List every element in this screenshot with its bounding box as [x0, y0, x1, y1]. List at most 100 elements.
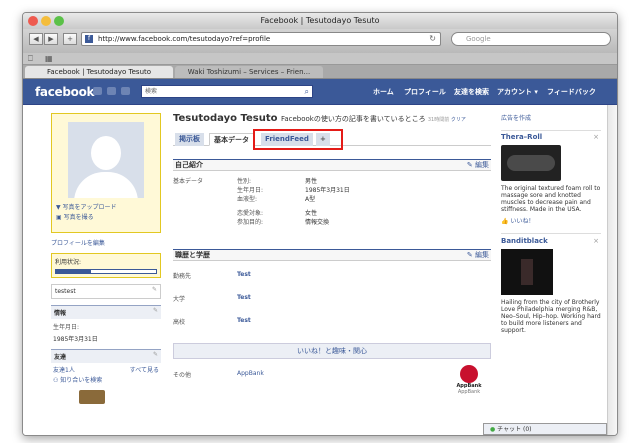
chat-label: チャット (0) [497, 426, 532, 433]
clear-status-link[interactable]: クリア [451, 117, 466, 123]
info-section: 情報 ✎ 生年月日: 1985年3月31日 [51, 305, 161, 343]
tab-facebook[interactable]: Facebook | Tesutodayo Tesuto [25, 66, 173, 78]
back-button[interactable]: ◀ [29, 33, 43, 45]
facebook-search-placeholder: 検索 [145, 88, 158, 95]
appbank-link[interactable]: AppBank [237, 370, 264, 377]
education-header: 職歴と学歴 [175, 251, 210, 259]
profile-status: Facebookの使い方の記事を書いているところ 31時間前 クリア [281, 115, 466, 123]
ad-title[interactable]: Thera–Roll [501, 133, 542, 141]
likes-header[interactable]: いいね！と趣味・関心 [173, 343, 491, 359]
ad-banditblack: Banditblack × Hailing from the city of Br… [501, 233, 601, 334]
pencil-icon[interactable]: ✎ [153, 351, 158, 358]
nav-profile[interactable]: プロフィール [404, 87, 446, 97]
like-link[interactable]: 👍 いいね！ [501, 216, 601, 225]
status-box[interactable]: testest ✎ [51, 284, 161, 299]
friend-requests-icon[interactable] [93, 87, 102, 95]
ad-text: Hailing from the city of Brotherly Love … [501, 299, 601, 334]
add-bookmark-button[interactable]: + [63, 33, 77, 45]
minimize-button[interactable] [41, 16, 51, 26]
search-icon[interactable]: ⌕ [305, 86, 309, 97]
search-field-placeholder: Google [466, 35, 491, 43]
search-field[interactable]: Google [451, 32, 611, 46]
birthday-value: 1985年3月31日 [53, 336, 98, 343]
zoom-button[interactable] [54, 16, 64, 26]
tab-wall[interactable]: 掲示板 [175, 133, 204, 146]
info-key: 血液型: [237, 196, 258, 203]
info-header: 情報 [54, 310, 67, 317]
facebook-search-input[interactable]: 検索 ⌕ [141, 85, 313, 98]
info-key: 参加目的: [237, 219, 264, 226]
ads-column: 広告を作成 Thera–Roll × The original textured … [501, 113, 601, 334]
education-value-link[interactable]: Test [237, 271, 251, 278]
friend-thumbnail[interactable] [79, 390, 105, 404]
messages-icon[interactable] [107, 87, 116, 95]
edit-profile-link[interactable]: プロフィールを編集 [51, 238, 161, 247]
forward-button[interactable]: ▶ [44, 33, 58, 45]
ad-image[interactable] [501, 249, 553, 295]
close-button[interactable] [28, 16, 38, 26]
pencil-icon[interactable]: ✎ [152, 286, 157, 293]
find-friends-link[interactable]: ⚇ 知り合いを検索 [51, 373, 161, 386]
book-icon[interactable]: ⎕ [28, 54, 33, 64]
main-column: Tesutodayo Tesuto Facebookの使い方の記事を書いていると… [173, 113, 491, 395]
appbank-logo[interactable]: AppBank AppBank [449, 365, 489, 395]
ad-title[interactable]: Banditblack [501, 237, 548, 245]
friends-count-link[interactable]: 友達1人 [53, 367, 75, 374]
nav-home[interactable]: ホーム [373, 87, 394, 97]
usage-box: 利用状況: [51, 253, 161, 278]
status-time: 31時間前 [427, 117, 450, 123]
address-bar[interactable]: f http://www.facebook.com/tesutodayo?ref… [81, 32, 441, 46]
facebook-logo[interactable]: facebook [35, 85, 95, 99]
education-value-link[interactable]: Test [237, 294, 251, 301]
education-edit-link[interactable]: ✎ 編集 [467, 250, 489, 261]
profile-name-line: Tesutodayo Tesuto Facebookの使い方の記事を書いていると… [173, 113, 491, 124]
close-icon[interactable]: × [593, 133, 599, 141]
basic-info-label: 基本データ [173, 178, 204, 185]
reload-icon[interactable]: ↻ [429, 33, 436, 45]
close-icon[interactable]: × [593, 237, 599, 245]
nav-feedback[interactable]: フィードバック [547, 87, 596, 97]
notifications-icon[interactable] [121, 87, 130, 95]
chat-bar[interactable]: ● チャット (0) [483, 423, 607, 435]
pencil-icon[interactable]: ✎ [153, 307, 158, 314]
take-photo-link[interactable]: ▣ 写真を撮る [56, 212, 94, 221]
left-column: ▼ 写真をアップロード ▣ 写真を撮る プロフィールを編集 利用状況: test… [51, 113, 161, 404]
about-header: 自己紹介 [175, 161, 203, 169]
nav-account[interactable]: アカウント ▾ [497, 87, 538, 97]
title-bar: Facebook | Tesutodayo Tesuto [23, 13, 617, 29]
usage-bar [55, 269, 157, 274]
profile-picture-box: ▼ 写真をアップロード ▣ 写真を撮る [51, 113, 161, 233]
usage-label: 利用状況: [55, 259, 82, 266]
status-text: testest [55, 288, 76, 295]
about-edit-link[interactable]: ✎ 編集 [467, 160, 489, 171]
browser-window: Facebook | Tesutodayo Tesuto ◀ ▶ + f htt… [22, 12, 618, 436]
friends-section: 友達 ✎ 友達1人 すべて見る ⚇ 知り合いを検索 [51, 349, 161, 404]
ad-thera-roll: Thera–Roll × The original textured foam r… [501, 130, 601, 225]
facebook-header: facebook 検索 ⌕ ホーム プロフィール 友達を検索 アカウント ▾ フ… [23, 79, 617, 105]
education-value-link[interactable]: Test [237, 317, 251, 324]
address-text: http://www.facebook.com/tesutodayo?ref=p… [98, 35, 271, 43]
create-ad-link[interactable]: 広告を作成 [501, 113, 601, 122]
info-value: 情報交換 [305, 219, 330, 226]
browser-toolbar: ◀ ▶ + f http://www.facebook.com/tesutoda… [23, 29, 617, 53]
window-title: Facebook | Tesutodayo Tesuto [260, 16, 380, 25]
upload-photo-label: 写真をアップロード [62, 204, 117, 211]
upload-photo-link[interactable]: ▼ 写真をアップロード [56, 202, 117, 211]
see-all-link[interactable]: すべて見る [130, 365, 159, 374]
scrollbar[interactable] [607, 105, 617, 435]
find-friends-label: 知り合いを検索 [60, 377, 103, 384]
profile-name: Tesutodayo Tesuto [173, 113, 278, 124]
tab-info[interactable]: 基本データ [209, 133, 254, 146]
education-key: 勤務先 [173, 273, 192, 280]
thumbs-up-icon: 👍 [501, 218, 511, 225]
ad-image[interactable] [501, 145, 561, 181]
highlight-box [253, 129, 343, 150]
tab-friendfeed[interactable]: Waki Toshizumi – Services – Frien... [175, 66, 323, 78]
profile-picture[interactable] [68, 122, 144, 198]
usage-bar-fill [56, 270, 91, 273]
info-key: 性別: [237, 178, 252, 185]
profile-tabs: 掲示板 基本データ FriendFeed + [173, 129, 491, 150]
nav-find-friends[interactable]: 友達を検索 [454, 87, 489, 97]
status-message: Facebookの使い方の記事を書いているところ [280, 115, 426, 123]
grid-icon[interactable]: ▦ [45, 54, 53, 63]
